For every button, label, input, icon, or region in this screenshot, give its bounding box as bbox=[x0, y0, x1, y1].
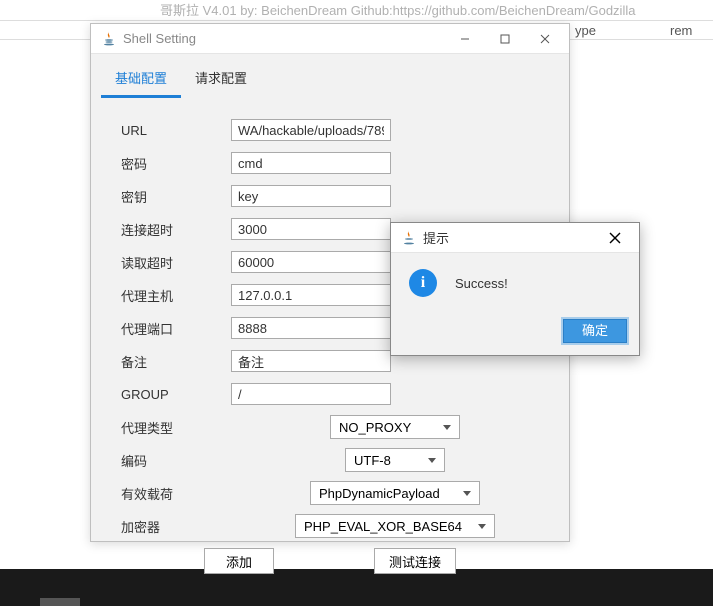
dialog-title: 提示 bbox=[423, 228, 595, 247]
key-field[interactable] bbox=[231, 185, 391, 207]
col-header: ype bbox=[575, 23, 596, 38]
label-group: GROUP bbox=[101, 387, 231, 402]
password-field[interactable] bbox=[231, 152, 391, 174]
footer-stub bbox=[40, 598, 80, 606]
label-password: 密码 bbox=[101, 154, 231, 173]
note-field[interactable] bbox=[231, 350, 391, 372]
select-value: UTF-8 bbox=[354, 453, 391, 468]
label-encoding: 编码 bbox=[101, 451, 231, 470]
tab-basic-config[interactable]: 基础配置 bbox=[101, 60, 181, 98]
window-title: Shell Setting bbox=[123, 31, 445, 46]
java-icon bbox=[401, 230, 417, 246]
test-connection-button[interactable]: 测试连接 bbox=[374, 548, 456, 574]
label-note: 备注 bbox=[101, 352, 231, 371]
tab-request-config[interactable]: 请求配置 bbox=[181, 60, 261, 98]
payload-select[interactable]: PhpDynamicPayload bbox=[310, 481, 480, 505]
dialog-close-button[interactable] bbox=[595, 224, 635, 252]
select-value: PhpDynamicPayload bbox=[319, 486, 440, 501]
ok-button[interactable]: 确定 bbox=[563, 319, 627, 343]
add-button[interactable]: 添加 bbox=[204, 548, 274, 574]
label-encryptor: 加密器 bbox=[101, 517, 231, 536]
prompt-dialog: 提示 i Success! 确定 bbox=[390, 222, 640, 356]
maximize-button[interactable] bbox=[485, 25, 525, 53]
encoding-select[interactable]: UTF-8 bbox=[345, 448, 445, 472]
select-value: NO_PROXY bbox=[339, 420, 411, 435]
conn-timeout-field[interactable] bbox=[231, 218, 391, 240]
minimize-button[interactable] bbox=[445, 25, 485, 53]
chevron-down-icon bbox=[463, 491, 471, 496]
label-payload: 有效载荷 bbox=[101, 484, 231, 503]
label-read-timeout: 读取超时 bbox=[101, 253, 231, 272]
label-key: 密钥 bbox=[101, 187, 231, 206]
dialog-message: Success! bbox=[455, 276, 508, 291]
parent-app-header: 哥斯拉 V4.01 by: BeichenDream Github:https:… bbox=[0, 0, 713, 16]
window-titlebar[interactable]: Shell Setting bbox=[91, 24, 569, 54]
label-proxy-host: 代理主机 bbox=[101, 286, 231, 305]
chevron-down-icon bbox=[428, 458, 436, 463]
label-url: URL bbox=[101, 123, 231, 138]
read-timeout-field[interactable] bbox=[231, 251, 391, 273]
proxy-host-field[interactable] bbox=[231, 284, 391, 306]
encryptor-select[interactable]: PHP_EVAL_XOR_BASE64 bbox=[295, 514, 495, 538]
close-button[interactable] bbox=[525, 25, 565, 53]
proxy-type-select[interactable]: NO_PROXY bbox=[330, 415, 460, 439]
label-proxy-type: 代理类型 bbox=[101, 418, 231, 437]
label-conn-timeout: 连接超时 bbox=[101, 220, 231, 239]
chevron-down-icon bbox=[443, 425, 451, 430]
col-header: rem bbox=[670, 23, 692, 38]
group-field[interactable] bbox=[231, 383, 391, 405]
label-proxy-port: 代理端口 bbox=[101, 319, 231, 338]
select-value: PHP_EVAL_XOR_BASE64 bbox=[304, 519, 462, 534]
java-icon bbox=[101, 31, 117, 47]
info-icon: i bbox=[409, 269, 437, 297]
tab-bar: 基础配置 请求配置 bbox=[91, 54, 569, 98]
chevron-down-icon bbox=[478, 524, 486, 529]
url-field[interactable] bbox=[231, 119, 391, 141]
proxy-port-field[interactable] bbox=[231, 317, 391, 339]
dialog-titlebar[interactable]: 提示 bbox=[391, 223, 639, 253]
